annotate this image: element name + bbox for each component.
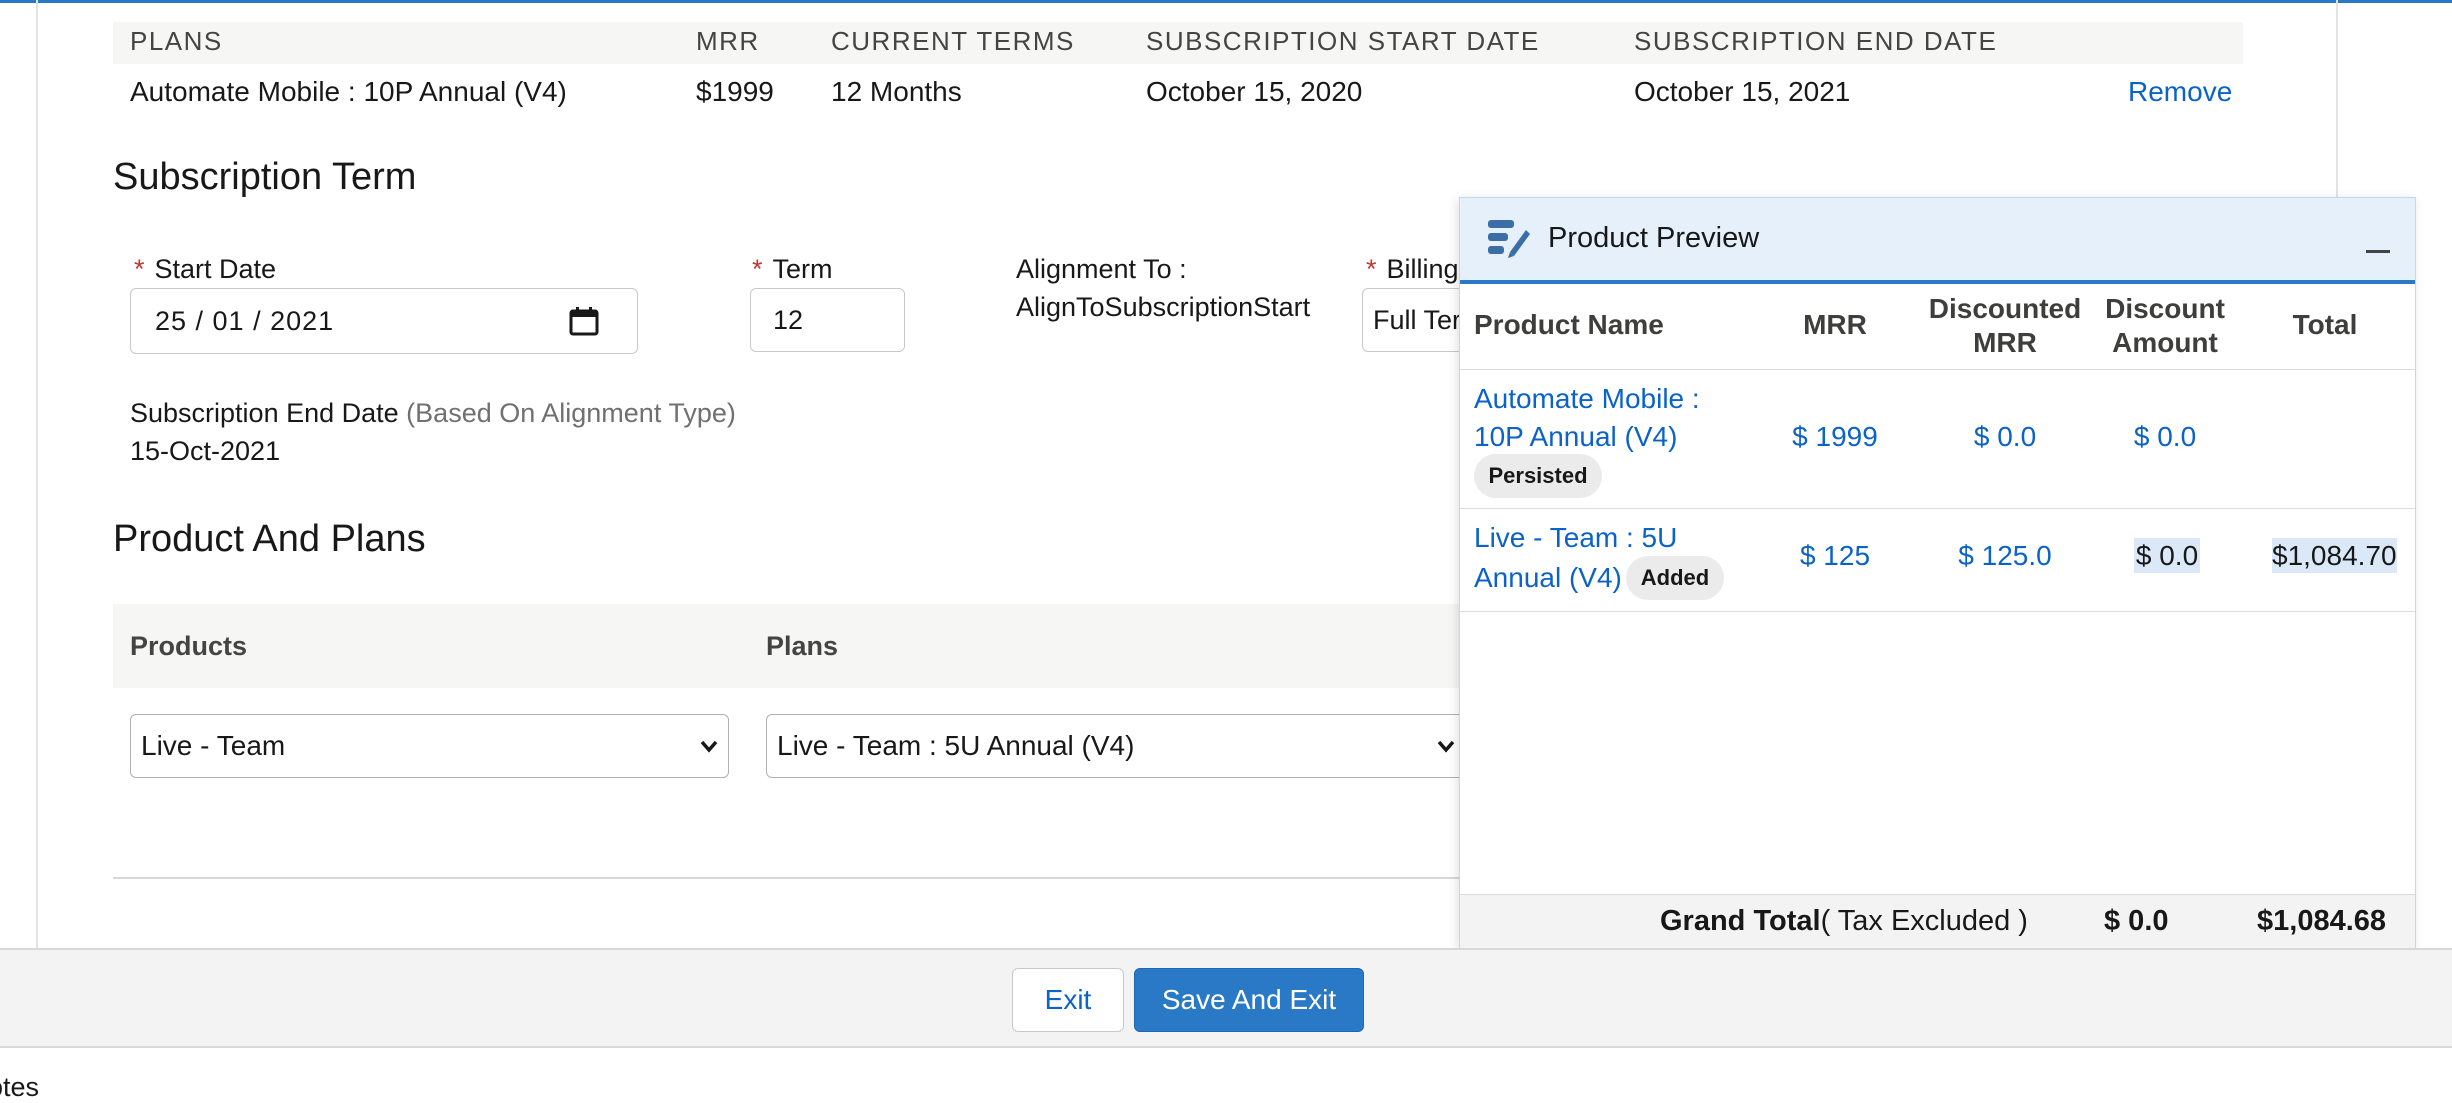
top-accent-line — [0, 0, 2452, 3]
discount-amount-header-line2: Amount — [2112, 327, 2218, 358]
plan-mrr-cell: $1999 — [696, 76, 774, 107]
grand-total-text: Grand Total — [1660, 905, 1821, 937]
product-plans-title: Product And Plans — [113, 518, 426, 560]
discount-amount-header-line1: Discount — [2105, 293, 2225, 324]
notes-label: otes — [0, 1072, 40, 1102]
required-asterisk: * — [752, 254, 763, 284]
calendar-icon[interactable] — [569, 306, 599, 343]
start-date-label-text: Start Date — [154, 254, 277, 284]
product-preview-header: Product Preview — [1460, 198, 2415, 284]
product-preview-title: Product Preview — [1548, 222, 1760, 254]
subscription-end-column-header: SUBSCRIPTION END DATE — [1634, 26, 1998, 56]
end-date-label-text: Subscription End Date — [130, 398, 399, 428]
plan-terms-cell: 12 Months — [831, 76, 962, 107]
total-highlighted: $1,084.70 — [2272, 538, 2397, 573]
chevron-down-icon — [1433, 733, 1459, 766]
product-select[interactable]: Live - Team — [130, 714, 729, 778]
start-date-value: 25 / 01 / 2021 — [155, 305, 335, 336]
preview-discount-amount-cell: $ 0.0 — [2133, 421, 2197, 452]
minimize-icon[interactable] — [2366, 250, 2390, 253]
preview-product-name-line1: Live - Team : 5U — [1474, 522, 1678, 553]
row-divider — [1460, 369, 2415, 370]
billing-label: * Billing — [1366, 254, 1459, 285]
preview-product-name-line2: 10P Annual (V4) — [1474, 421, 1678, 452]
discounted-mrr-header: Discounted MRR — [1925, 292, 2085, 360]
exit-button[interactable]: Exit — [1012, 968, 1124, 1032]
term-label: * Term — [752, 254, 833, 285]
grand-total-value: $1,084.68 — [2257, 905, 2387, 937]
subscription-end-date-label: Subscription End Date (Based On Alignmen… — [130, 398, 736, 429]
grand-total-note: ( Tax Excluded ) — [1820, 905, 2028, 937]
remove-plan-link[interactable]: Remove — [2128, 76, 2232, 108]
preview-discounted-mrr-cell: $ 125.0 — [1958, 540, 2052, 571]
required-asterisk: * — [134, 254, 145, 284]
subscription-start-column-header: SUBSCRIPTION START DATE — [1146, 26, 1540, 56]
start-date-input[interactable]: 25 / 01 / 2021 — [130, 288, 638, 354]
current-terms-column-header: CURRENT TERMS — [831, 26, 1075, 56]
product-preview-panel: Product Preview Product Name MRR Discoun… — [1459, 197, 2416, 950]
preview-total-cell: $1,084.70 — [2272, 538, 2412, 573]
term-value: 12 — [773, 304, 804, 335]
plans-column-header-2: Plans — [766, 631, 839, 661]
status-badge: Persisted — [1474, 454, 1602, 498]
alignment-value: AlignToSubscriptionStart — [1016, 292, 1311, 322]
required-asterisk: * — [1366, 254, 1377, 284]
left-border — [36, 0, 38, 948]
term-label-text: Term — [772, 254, 833, 284]
plan-select[interactable]: Live - Team : 5U Annual (V4) — [766, 714, 1466, 778]
end-date-hint: (Based On Alignment Type) — [406, 398, 736, 428]
discounted-mrr-header-line1: Discounted — [1928, 293, 2082, 324]
products-column-header: Products — [130, 631, 248, 661]
discount-amount-highlighted: $ 0.0 — [2133, 538, 2201, 573]
mrr-column-header: MRR — [696, 26, 760, 56]
grand-discount-value: $ 0.0 — [2104, 905, 2169, 937]
preview-mrr-header: MRR — [1803, 309, 1867, 340]
preview-product-name-link[interactable]: Automate Mobile : 10P Annual (V4) — [1474, 380, 1700, 456]
total-header: Total — [2292, 309, 2358, 340]
plan-end-cell: October 15, 2021 — [1634, 76, 1851, 107]
preview-product-name-line1: Automate Mobile : — [1474, 383, 1700, 414]
plan-start-cell: October 15, 2020 — [1146, 76, 1363, 107]
row-divider — [1460, 611, 2415, 612]
chevron-down-icon — [696, 733, 722, 766]
start-date-label: * Start Date — [134, 254, 276, 285]
plan-select-value: Live - Team : 5U Annual (V4) — [777, 730, 1135, 761]
product-select-value: Live - Team — [141, 730, 286, 761]
grand-total-label: Grand Total( Tax Excluded ) — [1660, 905, 2028, 938]
subscription-end-date-value: 15-Oct-2021 — [130, 436, 281, 466]
preview-mrr-cell: $ 125 — [1799, 540, 1871, 571]
status-badge: Added — [1626, 556, 1724, 600]
discounted-mrr-header-line2: MRR — [1973, 327, 2037, 358]
billing-value: Full Ter — [1373, 304, 1462, 335]
row-divider — [1460, 508, 2415, 509]
subscription-term-title: Subscription Term — [113, 156, 417, 198]
preview-discount-amount-cell: $ 0.0 — [2092, 538, 2242, 573]
billing-label-text: Billing — [1386, 254, 1459, 284]
alignment-label: Alignment To : — [1016, 254, 1187, 284]
product-name-header: Product Name — [1474, 309, 1664, 340]
product-preview-icon — [1486, 216, 1532, 265]
term-input[interactable]: 12 — [750, 288, 905, 352]
plan-name-cell: Automate Mobile : 10P Annual (V4) — [130, 76, 567, 107]
save-and-exit-button[interactable]: Save And Exit — [1134, 968, 1364, 1032]
preview-mrr-cell: $ 1999 — [1792, 421, 1878, 452]
grand-total-row: Grand Total( Tax Excluded ) $ 0.0 $1,084… — [1460, 894, 2415, 950]
preview-discounted-mrr-cell: $ 0.0 — [1973, 421, 2037, 452]
discount-amount-header: Discount Amount — [2090, 292, 2240, 360]
plans-column-header: PLANS — [130, 26, 223, 56]
section-divider — [113, 877, 1513, 879]
